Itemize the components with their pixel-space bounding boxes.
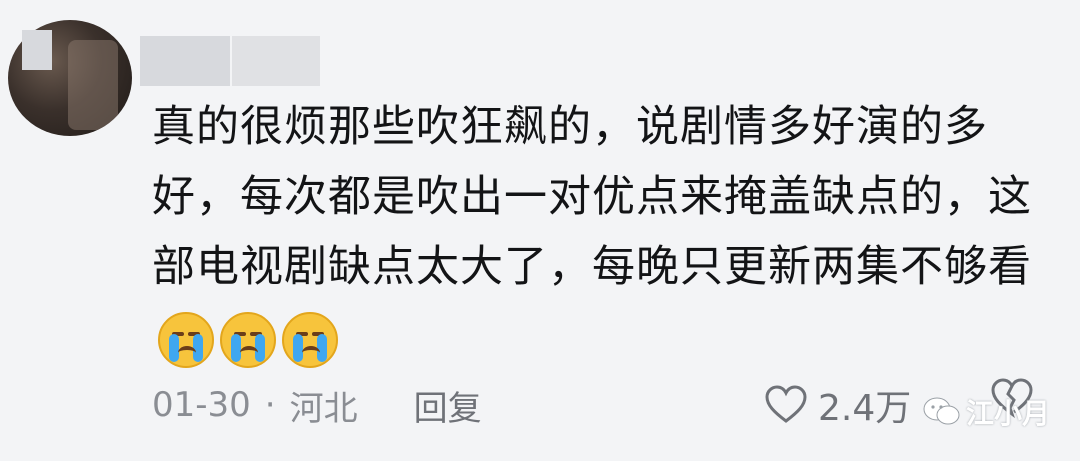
username-mosaic <box>22 30 52 70</box>
comment-text-block: 真的很烦那些吹狂飙的，说剧情多好演的多好，每次都是吹出一对优点来掩盖缺点的，这部… <box>152 92 1032 372</box>
watermark-text: 江小月 <box>966 397 1051 430</box>
comment-date: 01-30 <box>152 385 251 425</box>
emoji-row <box>158 311 338 368</box>
cry-emoji-icon <box>282 311 338 368</box>
cry-emoji-icon <box>220 311 276 368</box>
cry-emoji-icon <box>158 311 214 368</box>
like-button[interactable]: 2.4万 <box>764 380 911 430</box>
heart-outline-icon <box>765 385 807 423</box>
comment-meta: 01-30 · 河北 回复 <box>152 380 482 430</box>
comment-location: 河北 <box>289 388 358 429</box>
wechat-icon <box>923 397 960 425</box>
watermark: 江小月 <box>922 392 1050 432</box>
meta-separator: · <box>264 385 276 425</box>
like-count: 2.4万 <box>818 388 912 429</box>
reply-button[interactable]: 回复 <box>414 381 482 430</box>
comment-text: 真的很烦那些吹狂飙的，说剧情多好演的多好，每次都是吹出一对优点来掩盖缺点的，这部… <box>152 102 1032 292</box>
avatar-image <box>68 40 118 130</box>
username-mosaic <box>232 36 320 86</box>
username-mosaic <box>140 36 230 86</box>
